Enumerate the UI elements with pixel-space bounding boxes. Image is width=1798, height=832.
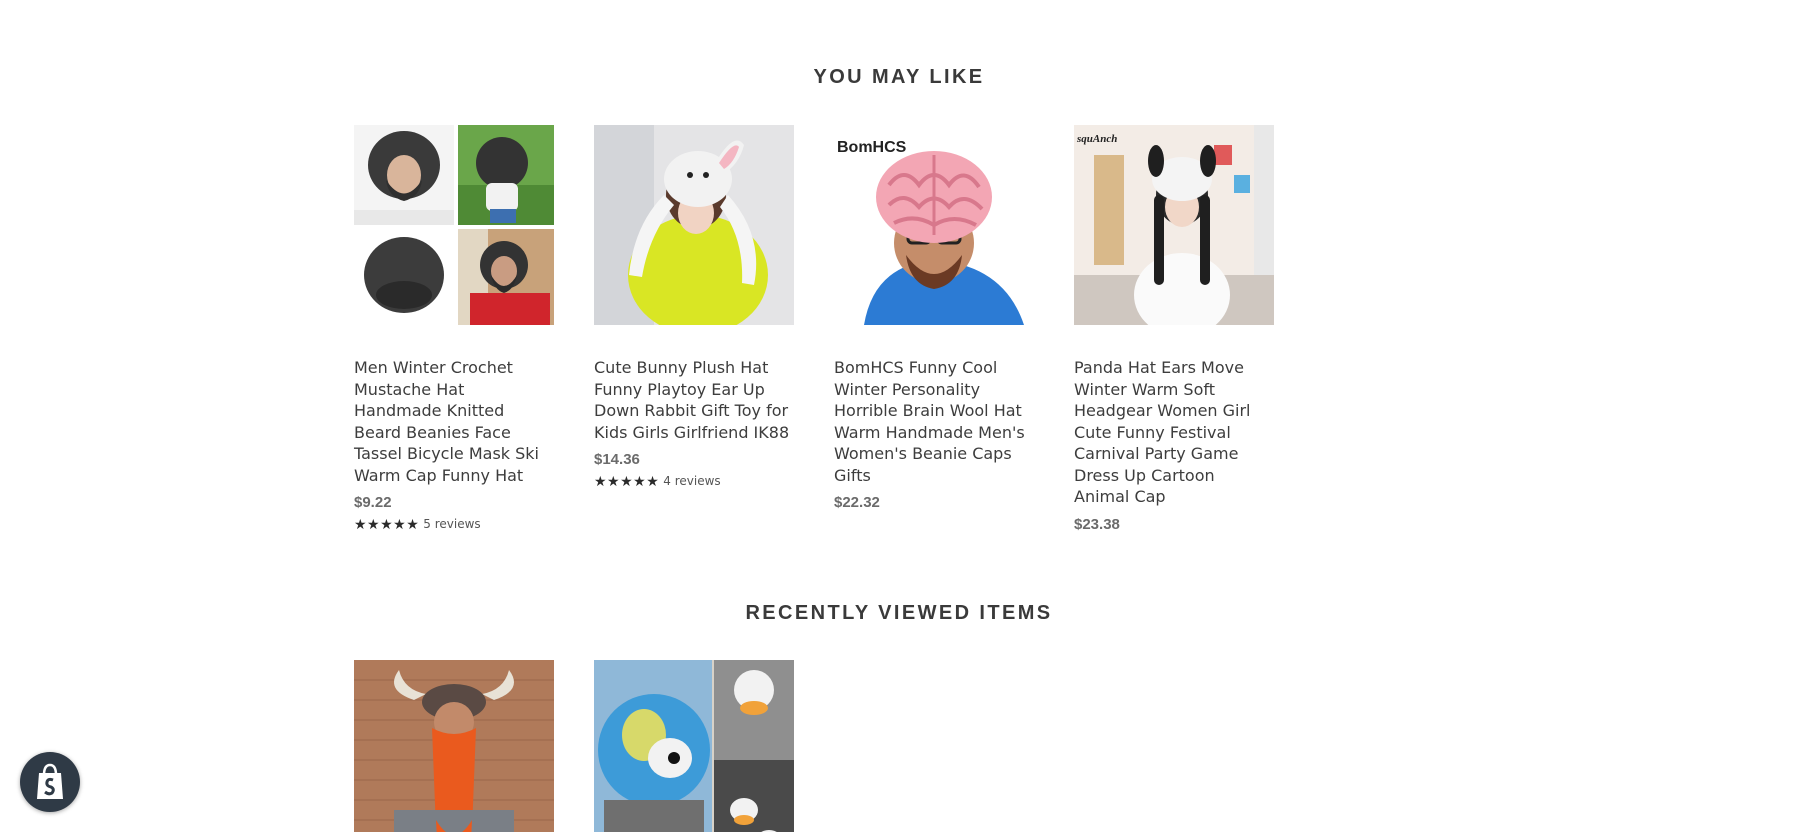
- product-image-beard-hat: [354, 125, 554, 325]
- shopify-chat-button[interactable]: [20, 752, 80, 812]
- page: YOU MAY LIKE Men Winter Crochet Mustache…: [0, 0, 1798, 832]
- product-image-bunny-hat: [594, 125, 794, 325]
- product-title[interactable]: BomHCS Funny Cool Winter Personality Hor…: [834, 357, 1034, 486]
- product-price: $23.38: [1074, 515, 1120, 533]
- product-card: BomHCS BomHCS Funny Cool Winter Personal…: [834, 125, 1034, 511]
- star-rating-icon: ★★★★★: [354, 516, 420, 532]
- product-image-link[interactable]: [354, 125, 554, 325]
- product-rating: ★★★★★ 5 reviews: [354, 516, 554, 532]
- product-price: $22.32: [834, 494, 880, 511]
- review-count: 5 reviews: [423, 517, 481, 531]
- recently-viewed-image-link[interactable]: [594, 660, 794, 832]
- you-may-like-heading: YOU MAY LIKE: [813, 66, 985, 88]
- product-card: squAnch Panda Hat Ears Move Winter Warm …: [1074, 125, 1274, 533]
- product-title[interactable]: Panda Hat Ears Move Winter Warm Soft Hea…: [1074, 357, 1274, 508]
- product-card: Cute Bunny Plush Hat Funny Playtoy Ear U…: [594, 125, 794, 489]
- product-image-link[interactable]: BomHCS: [834, 125, 1034, 325]
- image-brand-text: BomHCS: [837, 139, 907, 156]
- product-rating: ★★★★★ 4 reviews: [594, 473, 794, 489]
- recently-viewed-image-link[interactable]: [354, 660, 554, 832]
- product-image-link[interactable]: squAnch: [1074, 125, 1274, 325]
- product-price: $14.36: [594, 451, 640, 468]
- review-count: 4 reviews: [663, 474, 721, 488]
- recently-viewed-heading: RECENTLY VIEWED ITEMS: [745, 602, 1053, 624]
- product-image-brain-hat: BomHCS: [834, 125, 1034, 325]
- recently-viewed-card: [354, 660, 554, 832]
- recently-viewed-card: [594, 660, 794, 832]
- star-rating-icon: ★★★★★: [594, 473, 660, 489]
- product-title[interactable]: Men Winter Crochet Mustache Hat Handmade…: [354, 357, 554, 486]
- recently-viewed-image-viking-hat: [354, 660, 554, 832]
- product-title[interactable]: Cute Bunny Plush Hat Funny Playtoy Ear U…: [594, 357, 794, 443]
- image-brand-text: squAnch: [1076, 133, 1117, 145]
- shopify-bag-icon: [37, 763, 63, 799]
- recently-viewed-image-duck-hat: [594, 660, 794, 832]
- product-card: Men Winter Crochet Mustache Hat Handmade…: [354, 125, 554, 532]
- product-image-link[interactable]: [594, 125, 794, 325]
- product-price: $9.22: [354, 494, 392, 511]
- product-image-panda-hat: squAnch: [1074, 125, 1274, 325]
